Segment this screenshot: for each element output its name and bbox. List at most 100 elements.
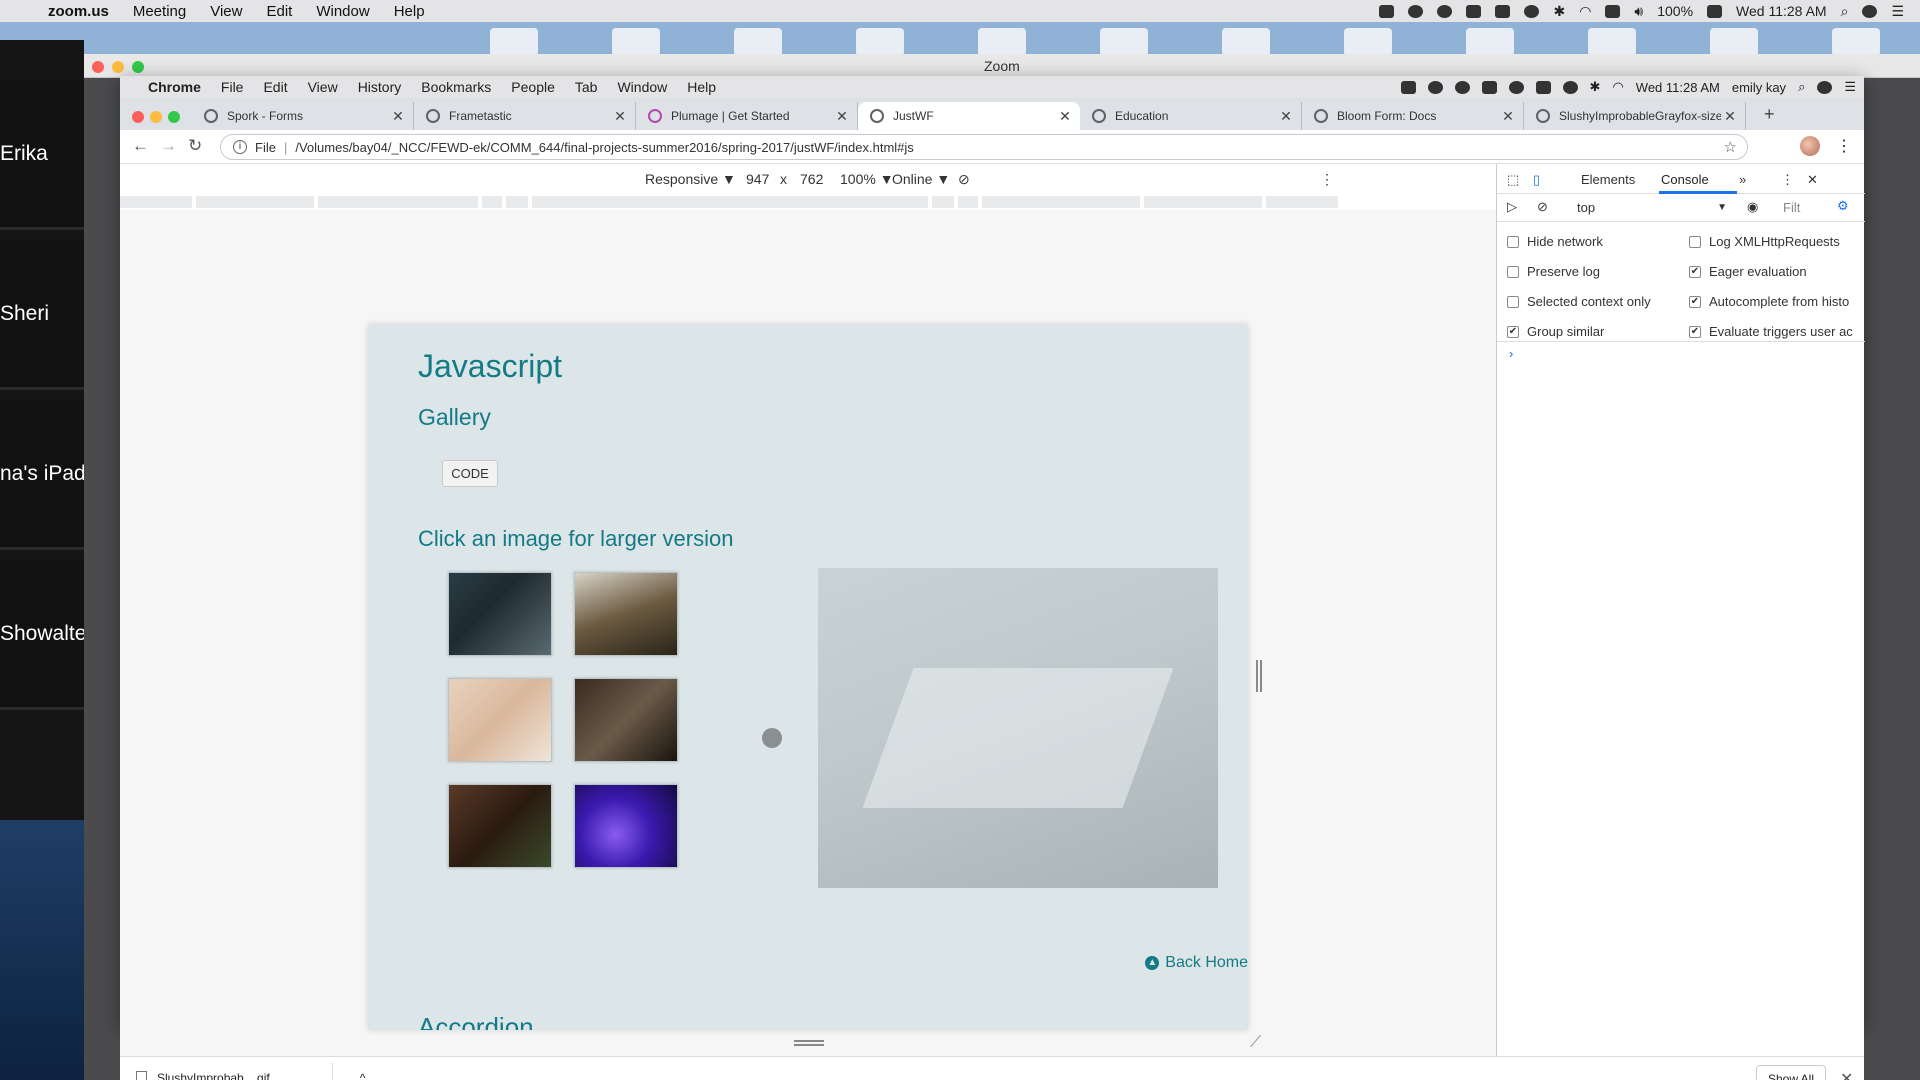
participant-tile[interactable]: Showalte — [0, 560, 86, 710]
ruler-segment[interactable] — [506, 196, 528, 208]
time-machine-icon[interactable] — [1524, 4, 1540, 18]
console-filter-input[interactable]: Filt — [1783, 200, 1800, 215]
notification-center-icon[interactable]: ☰ — [1844, 79, 1856, 95]
ruler-segment[interactable] — [958, 196, 978, 208]
ruler-segment[interactable] — [1144, 196, 1262, 208]
menu-app-chrome[interactable]: Chrome — [148, 79, 201, 95]
menu-meeting[interactable]: Meeting — [133, 3, 186, 20]
ruler-segment[interactable] — [532, 196, 928, 208]
battery-icon[interactable] — [1707, 4, 1723, 18]
minimize-window-icon[interactable] — [150, 111, 162, 123]
close-tab-icon[interactable]: ✕ — [1499, 108, 1517, 125]
tab-justwf[interactable]: JustWF ✕ — [858, 102, 1080, 130]
airplay-icon[interactable] — [1535, 80, 1551, 94]
time-machine-icon[interactable] — [1562, 80, 1578, 94]
volume-icon[interactable]: 🔊︎ — [1634, 3, 1643, 20]
close-window-icon[interactable] — [92, 61, 104, 73]
siri-icon[interactable] — [1862, 4, 1878, 18]
ruler-segment[interactable] — [482, 196, 502, 208]
console-settings-gear-icon[interactable]: ⚙ — [1837, 198, 1849, 214]
chat-icon[interactable] — [1408, 4, 1424, 18]
checkbox[interactable] — [1507, 265, 1519, 278]
tab-plumage[interactable]: Plumage | Get Started ✕ — [636, 102, 858, 130]
close-download-bar-icon[interactable]: ✕ — [1840, 1069, 1853, 1080]
menu-edit[interactable]: Edit — [266, 3, 292, 20]
airplay-icon[interactable] — [1495, 4, 1511, 18]
notification-center-icon[interactable]: ☰ — [1891, 3, 1904, 20]
devtools-menu-icon[interactable]: ⋮ — [1781, 172, 1794, 188]
fullscreen-window-icon[interactable] — [168, 111, 180, 123]
checkbox[interactable] — [1507, 235, 1519, 248]
bluetooth-icon[interactable]: ✱ — [1590, 79, 1601, 95]
live-expression-eye-icon[interactable]: ◉ — [1747, 199, 1758, 215]
wifi-icon[interactable]: ◠ — [1612, 79, 1623, 95]
drive-icon[interactable] — [1481, 80, 1497, 94]
close-tab-icon[interactable]: ✕ — [1721, 108, 1739, 125]
gallery-thumbnail-6[interactable] — [574, 784, 678, 868]
close-tab-icon[interactable]: ✕ — [1056, 108, 1074, 125]
siri-icon[interactable] — [1817, 80, 1833, 94]
more-tabs-icon[interactable]: » — [1739, 172, 1746, 187]
info-icon[interactable]: i — [233, 140, 247, 154]
ruler-segment[interactable] — [318, 196, 478, 208]
option-eager-evaluation[interactable]: ✔ Eager evaluation — [1689, 264, 1807, 279]
reload-icon[interactable]: ↻ — [188, 136, 202, 156]
close-tab-icon[interactable]: ✕ — [389, 108, 407, 125]
console-sidebar-icon[interactable]: ▷ — [1507, 199, 1517, 215]
ruler-segment[interactable] — [196, 196, 314, 208]
option-autocomplete-history[interactable]: ✔ Autocomplete from histo — [1689, 294, 1849, 309]
checkbox-checked[interactable]: ✔ — [1507, 325, 1519, 338]
participant-tile[interactable]: Sheri — [0, 240, 84, 390]
tab-education[interactable]: Education ✕ — [1080, 102, 1302, 130]
chevron-up-icon[interactable]: ^ — [360, 1071, 366, 1080]
close-window-icon[interactable] — [132, 111, 144, 123]
menu-edit[interactable]: Edit — [263, 79, 287, 95]
minimize-window-icon[interactable] — [112, 61, 124, 73]
viewport-resize-bottom-handle[interactable] — [794, 1040, 824, 1046]
gallery-thumbnail-1[interactable] — [448, 572, 552, 656]
tab-spork-forms[interactable]: Spork - Forms ✕ — [192, 102, 414, 130]
device-mode-select[interactable]: Responsive ▼ — [645, 171, 736, 187]
participant-tile[interactable]: Erika — [0, 80, 84, 230]
gallery-thumbnail-3[interactable] — [448, 678, 552, 762]
tab-slushy-grayfox[interactable]: SlushyImprobableGrayfox-size ✕ — [1524, 102, 1746, 130]
spotlight-icon[interactable]: ⌕ — [1841, 3, 1849, 20]
context-select[interactable]: top ▼ — [1573, 198, 1731, 218]
drive-icon[interactable] — [1466, 4, 1482, 18]
network-throttle-select[interactable]: Online ▼ — [892, 171, 950, 187]
gallery-thumbnail-4[interactable] — [574, 678, 678, 762]
inspect-element-icon[interactable]: ⬚ — [1507, 172, 1519, 188]
menu-tab[interactable]: Tab — [575, 79, 598, 95]
wifi-icon[interactable]: ◠ — [1579, 3, 1591, 20]
bookmark-star-icon[interactable]: ☆ — [1724, 138, 1737, 156]
chrome-menu-icon[interactable]: ⋮ — [1836, 136, 1852, 156]
menu-history[interactable]: History — [358, 79, 402, 95]
menu-help[interactable]: Help — [687, 79, 716, 95]
checkbox[interactable] — [1689, 235, 1701, 248]
console-prompt[interactable]: › — [1509, 346, 1513, 361]
menu-app-zoom[interactable]: zoom.us — [48, 3, 109, 20]
creative-cloud-icon[interactable] — [1427, 80, 1443, 94]
gallery-thumbnail-5[interactable] — [448, 784, 552, 868]
close-devtools-icon[interactable]: ✕ — [1807, 172, 1818, 188]
viewport-resize-corner-icon[interactable]: ⟋ — [1250, 1034, 1261, 1052]
dropbox-icon[interactable] — [1400, 80, 1416, 94]
checkbox[interactable] — [1507, 295, 1519, 308]
zoom-select[interactable]: 100% ▼ — [840, 171, 894, 187]
chrome-menubar-user[interactable]: emily kay — [1732, 80, 1786, 95]
show-all-downloads-button[interactable]: Show All — [1756, 1065, 1826, 1080]
checkbox-checked[interactable]: ✔ — [1689, 265, 1701, 278]
close-tab-icon[interactable]: ✕ — [1277, 108, 1295, 125]
clear-console-icon[interactable]: ⊘ — [1537, 199, 1548, 215]
ruler-segment[interactable] — [932, 196, 954, 208]
tab-elements[interactable]: Elements — [1581, 172, 1635, 187]
sync-icon[interactable] — [1508, 80, 1524, 94]
code-button[interactable]: CODE — [442, 460, 498, 487]
back-home-link[interactable]: ▲ Back Home — [1145, 954, 1248, 972]
bluetooth-icon[interactable]: ✱ — [1553, 3, 1565, 20]
option-preserve-log[interactable]: Preserve log — [1507, 264, 1600, 279]
option-log-xhr[interactable]: Log XMLHttpRequests — [1689, 234, 1840, 249]
new-tab-icon[interactable]: + — [1764, 104, 1775, 125]
menu-window[interactable]: Window — [617, 79, 667, 95]
zoom-window-icon[interactable] — [132, 61, 144, 73]
